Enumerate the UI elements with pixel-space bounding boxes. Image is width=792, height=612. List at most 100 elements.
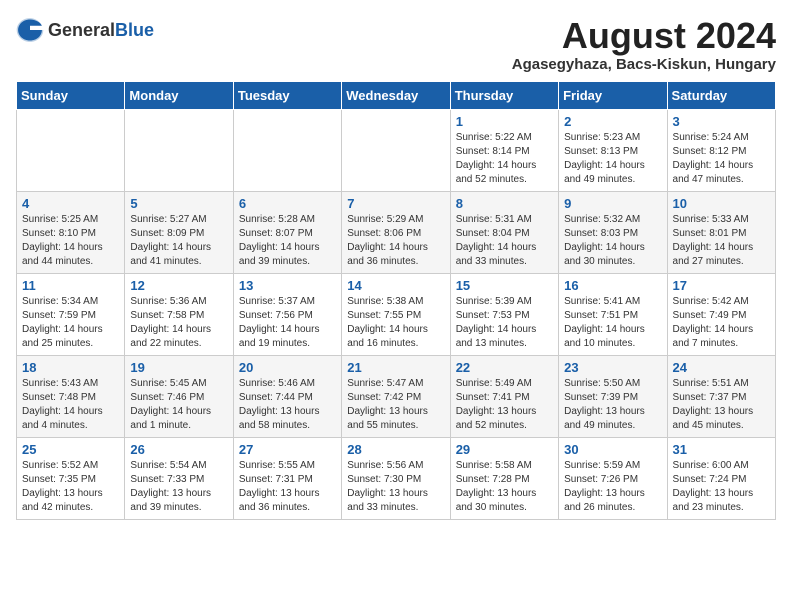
day-number: 4 [22, 196, 119, 211]
calendar-header: Sunday Monday Tuesday Wednesday Thursday… [17, 81, 776, 109]
day-number: 16 [564, 278, 661, 293]
calendar-cell-3-6: 24 Sunrise: 5:51 AMSunset: 7:37 PMDayligh… [667, 355, 775, 437]
logo-wordmark: GeneralBlue [48, 20, 154, 41]
calendar-cell-4-3: 28 Sunrise: 5:56 AMSunset: 7:30 PMDayligh… [342, 437, 450, 519]
day-info: Sunrise: 5:36 AMSunset: 7:58 PMDaylight:… [130, 295, 227, 351]
day-info: Sunrise: 5:54 AMSunset: 7:33 PMDaylight:… [130, 459, 227, 515]
day-number: 23 [564, 360, 661, 375]
week-row-4: 18 Sunrise: 5:43 AMSunset: 7:48 PMDayligh… [17, 355, 776, 437]
day-info: Sunrise: 5:41 AMSunset: 7:51 PMDaylight:… [564, 295, 661, 351]
header-sunday: Sunday [17, 81, 125, 109]
day-number: 15 [456, 278, 553, 293]
calendar-cell-4-6: 31Sunrise: 6:00 AMSunset: 7:24 PMDayligh… [667, 437, 775, 519]
day-info: Sunrise: 5:37 AMSunset: 7:56 PMDaylight:… [239, 295, 336, 351]
day-info: Sunrise: 5:51 AMSunset: 7:37 PMDaylight:… [673, 377, 770, 433]
day-number: 28 [347, 442, 444, 457]
day-number: 25 [22, 442, 119, 457]
day-number: 1 [456, 114, 553, 129]
calendar-cell-4-4: 29Sunrise: 5:58 AMSunset: 7:28 PMDayligh… [450, 437, 558, 519]
calendar-cell-1-4: 8Sunrise: 5:31 AMSunset: 8:04 PMDaylight… [450, 191, 558, 273]
calendar-cell-2-2: 13 Sunrise: 5:37 AMSunset: 7:56 PMDayligh… [233, 273, 341, 355]
day-number: 22 [456, 360, 553, 375]
day-info: Sunrise: 5:49 AMSunset: 7:41 PMDaylight:… [456, 377, 553, 433]
day-number: 21 [347, 360, 444, 375]
day-number: 24 [673, 360, 770, 375]
week-row-2: 4 Sunrise: 5:25 AMSunset: 8:10 PMDaylight… [17, 191, 776, 273]
calendar-cell-0-4: 1 Sunrise: 5:22 AMSunset: 8:14 PMDaylight… [450, 109, 558, 191]
header-saturday: Saturday [667, 81, 775, 109]
day-number: 18 [22, 360, 119, 375]
calendar-cell-3-0: 18 Sunrise: 5:43 AMSunset: 7:48 PMDayligh… [17, 355, 125, 437]
day-info: Sunrise: 5:47 AMSunset: 7:42 PMDaylight:… [347, 377, 444, 433]
day-number: 13 [239, 278, 336, 293]
header-thursday: Thursday [450, 81, 558, 109]
day-info: Sunrise: 5:52 AMSunset: 7:35 PMDaylight:… [22, 459, 119, 515]
calendar-cell-2-4: 15 Sunrise: 5:39 AMSunset: 7:53 PMDayligh… [450, 273, 558, 355]
title-section: August 2024 Agasegyhaza, Bacs-Kiskun, Hu… [512, 16, 776, 73]
day-number: 7 [347, 196, 444, 211]
day-number: 26 [130, 442, 227, 457]
calendar-cell-0-1 [125, 109, 233, 191]
day-info: Sunrise: 5:28 AMSunset: 8:07 PMDaylight:… [239, 213, 336, 269]
day-info: Sunrise: 5:24 AMSunset: 8:12 PMDaylight:… [673, 131, 770, 187]
calendar-cell-2-1: 12 Sunrise: 5:36 AMSunset: 7:58 PMDayligh… [125, 273, 233, 355]
calendar-cell-1-3: 7 Sunrise: 5:29 AMSunset: 8:06 PMDaylight… [342, 191, 450, 273]
calendar-cell-2-0: 11 Sunrise: 5:34 AMSunset: 7:59 PMDayligh… [17, 273, 125, 355]
calendar-cell-3-5: 23Sunrise: 5:50 AMSunset: 7:39 PMDayligh… [559, 355, 667, 437]
calendar-cell-0-0 [17, 109, 125, 191]
day-info: Sunrise: 5:45 AMSunset: 7:46 PMDaylight:… [130, 377, 227, 433]
month-title: August 2024 [512, 16, 776, 56]
day-number: 19 [130, 360, 227, 375]
calendar-cell-1-6: 10Sunrise: 5:33 AMSunset: 8:01 PMDayligh… [667, 191, 775, 273]
day-info: Sunrise: 5:34 AMSunset: 7:59 PMDaylight:… [22, 295, 119, 351]
header-tuesday: Tuesday [233, 81, 341, 109]
calendar-cell-0-3 [342, 109, 450, 191]
day-number: 30 [564, 442, 661, 457]
day-info: Sunrise: 5:25 AMSunset: 8:10 PMDaylight:… [22, 213, 119, 269]
location-subtitle: Agasegyhaza, Bacs-Kiskun, Hungary [512, 56, 776, 73]
logo-blue: Blue [115, 20, 154, 40]
week-row-1: 1 Sunrise: 5:22 AMSunset: 8:14 PMDaylight… [17, 109, 776, 191]
calendar-cell-0-5: 2 Sunrise: 5:23 AMSunset: 8:13 PMDaylight… [559, 109, 667, 191]
day-number: 2 [564, 114, 661, 129]
day-info: Sunrise: 5:23 AMSunset: 8:13 PMDaylight:… [564, 131, 661, 187]
day-number: 29 [456, 442, 553, 457]
calendar-cell-3-3: 21 Sunrise: 5:47 AMSunset: 7:42 PMDayligh… [342, 355, 450, 437]
calendar-cell-4-1: 26 Sunrise: 5:54 AMSunset: 7:33 PMDayligh… [125, 437, 233, 519]
day-number: 11 [22, 278, 119, 293]
generalblue-logo-icon [16, 16, 44, 44]
day-number: 12 [130, 278, 227, 293]
calendar-cell-4-0: 25 Sunrise: 5:52 AMSunset: 7:35 PMDayligh… [17, 437, 125, 519]
calendar-body: 1 Sunrise: 5:22 AMSunset: 8:14 PMDaylight… [17, 109, 776, 519]
calendar-cell-3-1: 19 Sunrise: 5:45 AMSunset: 7:46 PMDayligh… [125, 355, 233, 437]
day-info: Sunrise: 5:56 AMSunset: 7:30 PMDaylight:… [347, 459, 444, 515]
header-friday: Friday [559, 81, 667, 109]
logo: GeneralBlue [16, 16, 154, 44]
calendar-cell-1-5: 9Sunrise: 5:32 AMSunset: 8:03 PMDaylight… [559, 191, 667, 273]
day-info: Sunrise: 5:32 AMSunset: 8:03 PMDaylight:… [564, 213, 661, 269]
day-number: 14 [347, 278, 444, 293]
day-info: Sunrise: 5:22 AMSunset: 8:14 PMDaylight:… [456, 131, 553, 187]
calendar-cell-3-4: 22 Sunrise: 5:49 AMSunset: 7:41 PMDayligh… [450, 355, 558, 437]
calendar-cell-1-2: 6Sunrise: 5:28 AMSunset: 8:07 PMDaylight… [233, 191, 341, 273]
week-row-5: 25 Sunrise: 5:52 AMSunset: 7:35 PMDayligh… [17, 437, 776, 519]
calendar-cell-3-2: 20Sunrise: 5:46 AMSunset: 7:44 PMDayligh… [233, 355, 341, 437]
calendar-table: Sunday Monday Tuesday Wednesday Thursday… [16, 81, 776, 520]
day-info: Sunrise: 5:29 AMSunset: 8:06 PMDaylight:… [347, 213, 444, 269]
day-info: Sunrise: 5:43 AMSunset: 7:48 PMDaylight:… [22, 377, 119, 433]
day-number: 27 [239, 442, 336, 457]
day-number: 8 [456, 196, 553, 211]
weekday-header-row: Sunday Monday Tuesday Wednesday Thursday… [17, 81, 776, 109]
calendar-cell-1-0: 4 Sunrise: 5:25 AMSunset: 8:10 PMDaylight… [17, 191, 125, 273]
day-number: 5 [130, 196, 227, 211]
day-info: Sunrise: 5:46 AMSunset: 7:44 PMDaylight:… [239, 377, 336, 433]
page-header: GeneralBlue August 2024 Agasegyhaza, Bac… [16, 16, 776, 73]
day-number: 17 [673, 278, 770, 293]
calendar-cell-2-3: 14Sunrise: 5:38 AMSunset: 7:55 PMDayligh… [342, 273, 450, 355]
day-info: Sunrise: 5:39 AMSunset: 7:53 PMDaylight:… [456, 295, 553, 351]
day-info: Sunrise: 5:42 AMSunset: 7:49 PMDaylight:… [673, 295, 770, 351]
day-info: Sunrise: 6:00 AMSunset: 7:24 PMDaylight:… [673, 459, 770, 515]
calendar-cell-2-6: 17 Sunrise: 5:42 AMSunset: 7:49 PMDayligh… [667, 273, 775, 355]
calendar-cell-1-1: 5Sunrise: 5:27 AMSunset: 8:09 PMDaylight… [125, 191, 233, 273]
day-info: Sunrise: 5:59 AMSunset: 7:26 PMDaylight:… [564, 459, 661, 515]
